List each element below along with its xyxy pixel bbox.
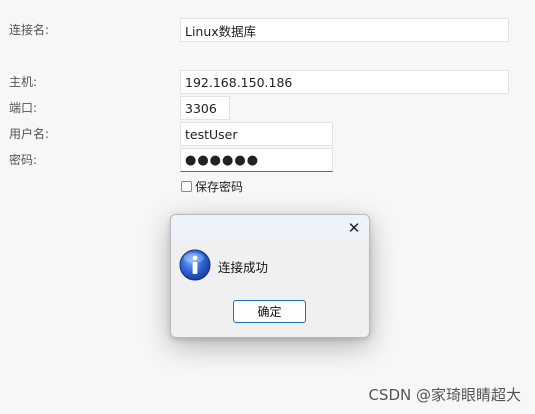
dialog-titlebar: ✕ — [171, 215, 369, 241]
host-input[interactable]: 192.168.150.186 — [180, 70, 509, 94]
save-password-label[interactable]: 保存密码 — [195, 178, 243, 195]
port-label: 端口: — [9, 101, 38, 115]
username-input[interactable]: testUser — [180, 122, 333, 146]
close-icon[interactable]: ✕ — [346, 220, 362, 236]
port-input[interactable]: 3306 — [180, 96, 230, 120]
password-label: 密码: — [9, 153, 38, 167]
message-dialog: ✕ 连接成功 确定 — [170, 214, 370, 338]
username-label: 用户名: — [9, 127, 50, 141]
watermark: CSDN @家琦眼睛超大 — [368, 386, 521, 404]
conn-name-label: 连接名: — [9, 23, 50, 37]
dialog-message: 连接成功 — [218, 260, 269, 275]
host-label: 主机: — [9, 75, 38, 89]
save-password-checkbox[interactable] — [181, 181, 192, 192]
info-icon — [179, 249, 211, 281]
password-input[interactable]: ●●●●●● — [180, 148, 333, 172]
conn-name-input[interactable]: Linux数据库 — [180, 18, 509, 42]
save-password-row[interactable]: 保存密码 — [181, 178, 243, 195]
ok-button[interactable]: 确定 — [233, 300, 306, 323]
